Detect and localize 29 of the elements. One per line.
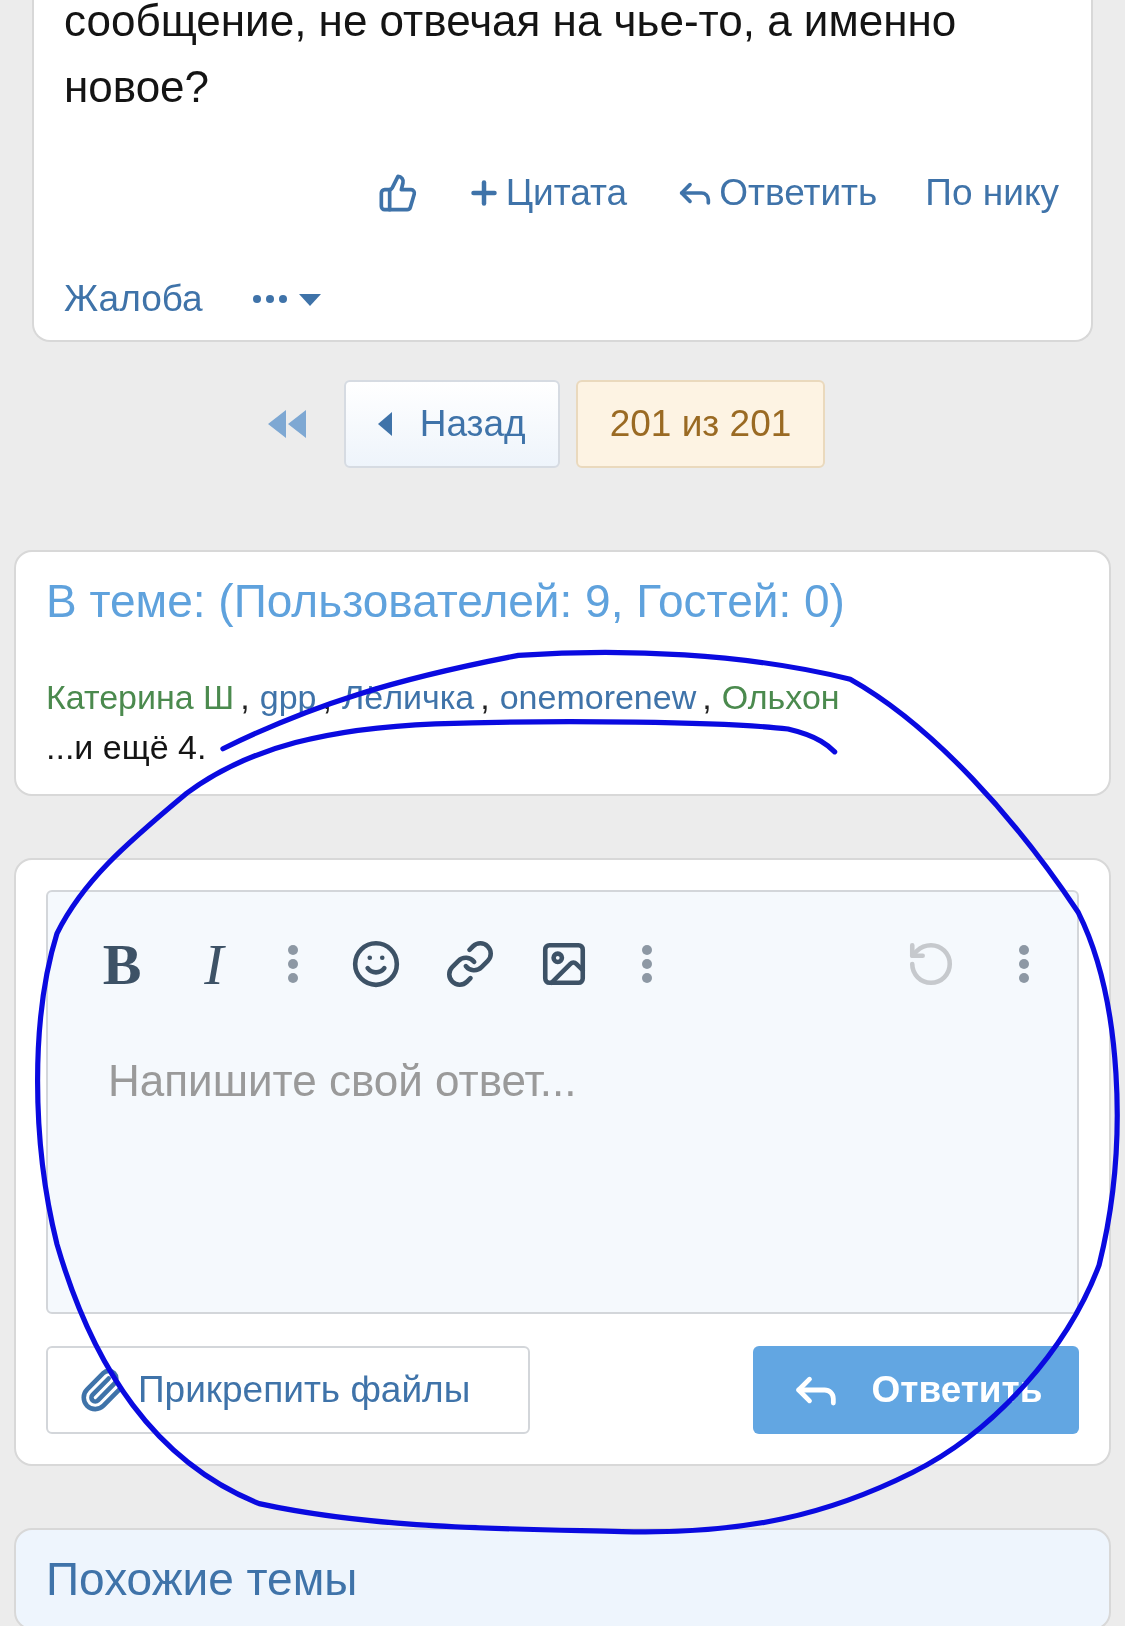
separator: , (702, 678, 712, 716)
user-link[interactable]: gpp (259, 678, 317, 716)
user-link[interactable]: Катерина Ш (46, 678, 235, 716)
reply-link[interactable]: Ответить (675, 172, 878, 214)
italic-button[interactable]: I (186, 934, 242, 994)
separator: , (480, 678, 490, 716)
user-link[interactable]: onemorenew (499, 678, 697, 716)
link-icon (445, 939, 495, 989)
action-link[interactable]: По нику (925, 172, 1059, 214)
attach-files-button[interactable]: Прикрепить файлы (46, 1346, 530, 1434)
quote-button[interactable]: Цитата (465, 172, 628, 214)
online-title: В теме: (Пользователей: 9, Гостей: 0) (46, 574, 846, 628)
left-triangle-icon (377, 412, 392, 436)
similar-topics-title: Похожие темы (46, 1552, 359, 1606)
user-link[interactable]: Ольхон (721, 678, 840, 716)
vertical-dots-icon (641, 944, 653, 984)
reply-editor[interactable]: B I Напишите свой ответ... (46, 890, 1079, 1314)
page-indicator[interactable]: 201 из 201 (575, 380, 826, 468)
previous-button[interactable]: Назад (343, 380, 560, 468)
post-text: сообщение, не отвечая на чье-то, а именно новое? (64, 0, 958, 113)
smiley-icon (351, 939, 401, 989)
thumbs-up-icon (377, 173, 418, 213)
bold-button[interactable]: B (94, 934, 150, 994)
vertical-dots-icon (1018, 944, 1030, 984)
vertical-dots-icon (287, 944, 299, 984)
more-users-text: ...и ещё 4. (46, 727, 207, 768)
action-link[interactable]: Жалоба (64, 278, 203, 320)
like-button[interactable] (377, 173, 418, 213)
separator: , (240, 678, 250, 716)
